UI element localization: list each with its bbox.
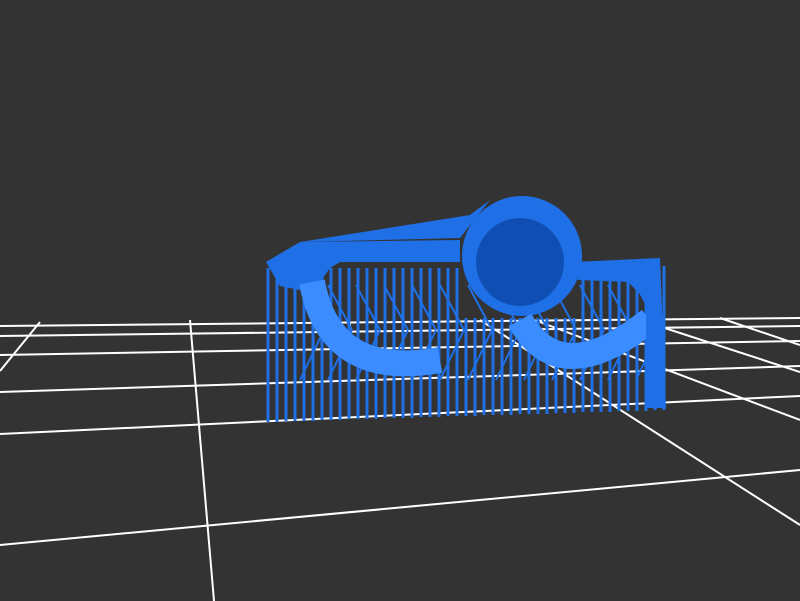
model-center-hole xyxy=(476,218,564,306)
viewport-background xyxy=(0,0,800,601)
scene-canvas[interactable] xyxy=(0,0,800,601)
3d-viewport[interactable] xyxy=(0,0,800,601)
